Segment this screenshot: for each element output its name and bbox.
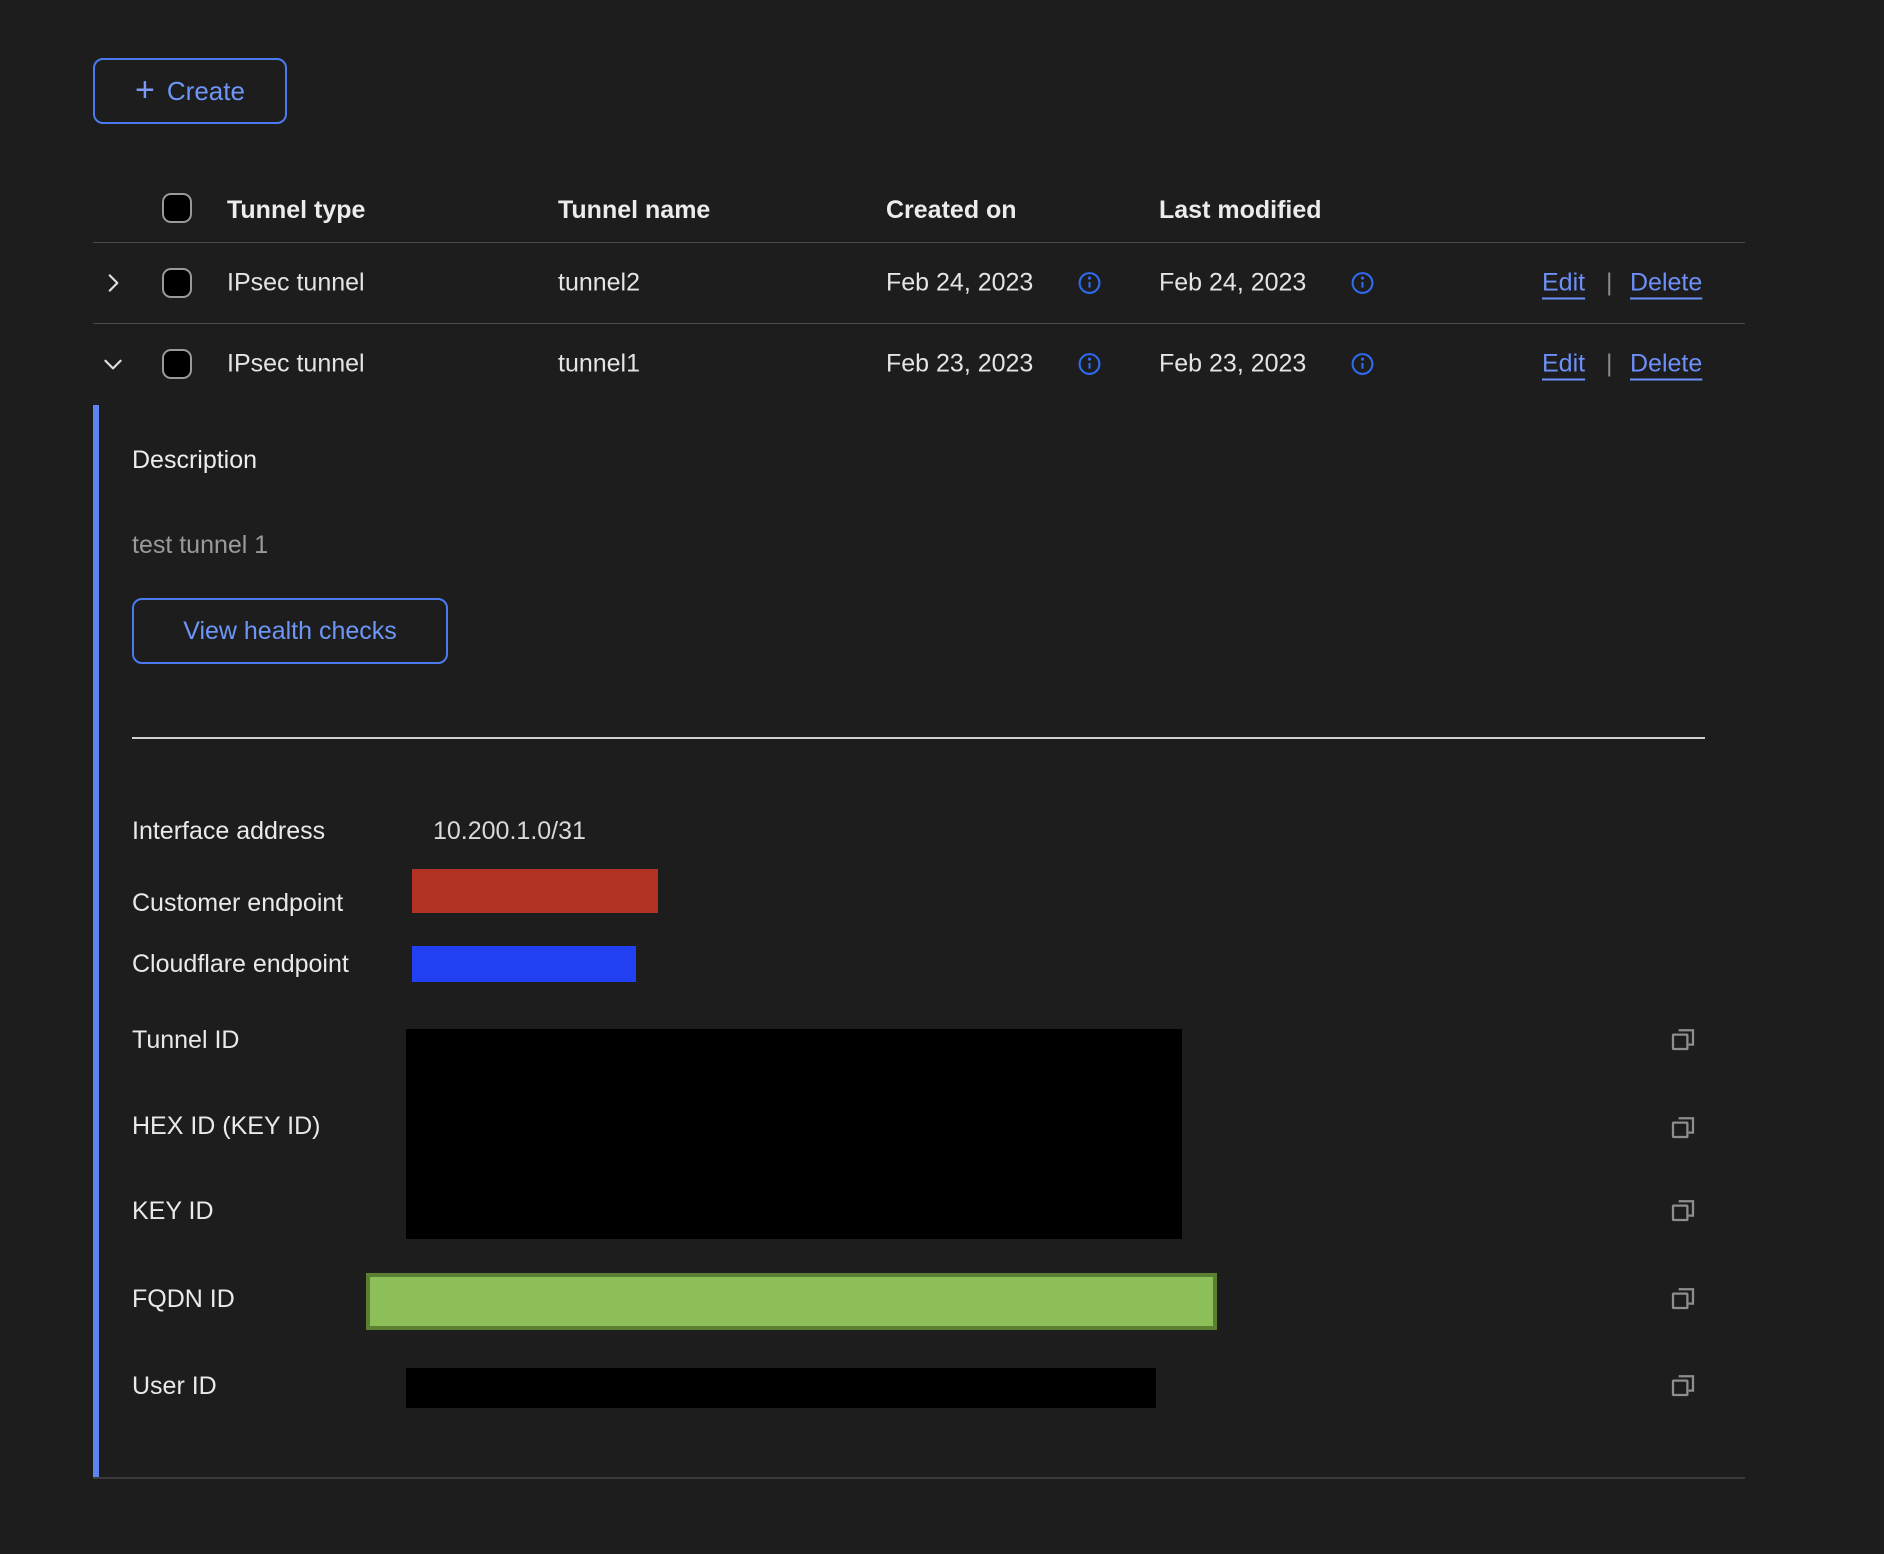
user-id-label: User ID xyxy=(132,1372,217,1401)
select-all-checkbox[interactable] xyxy=(162,193,192,223)
copy-icon[interactable] xyxy=(1668,1370,1698,1400)
delete-link[interactable]: Delete xyxy=(1630,350,1702,379)
expanded-row-accent-bar xyxy=(93,405,99,1477)
table-bottom-divider xyxy=(93,1477,1745,1479)
copy-icon[interactable] xyxy=(1668,1112,1698,1142)
fqdn-id-redacted-value xyxy=(366,1273,1217,1330)
chevron-right-icon[interactable] xyxy=(100,270,126,296)
last-modified-value: Feb 24, 2023 xyxy=(1159,269,1306,298)
tunnel-name-value: tunnel1 xyxy=(558,350,640,379)
description-label: Description xyxy=(132,446,257,475)
edit-link[interactable]: Edit xyxy=(1542,269,1585,298)
fqdn-id-label: FQDN ID xyxy=(132,1285,235,1314)
view-health-checks-button[interactable]: View health checks xyxy=(132,598,448,664)
info-icon[interactable] xyxy=(1077,352,1102,377)
customer-endpoint-redacted-value xyxy=(412,869,658,913)
edit-link[interactable]: Edit xyxy=(1542,350,1585,379)
info-icon[interactable] xyxy=(1350,352,1375,377)
copy-icon[interactable] xyxy=(1668,1024,1698,1054)
interface-address-label: Interface address xyxy=(132,817,325,846)
interface-address-value: 10.200.1.0/31 xyxy=(433,817,586,846)
description-text: test tunnel 1 xyxy=(132,531,268,560)
cloudflare-endpoint-redacted-value xyxy=(412,946,636,982)
tunnel-type-value: IPsec tunnel xyxy=(227,269,365,298)
header-tunnel-name: Tunnel name xyxy=(558,196,710,225)
key-id-label: KEY ID xyxy=(132,1197,214,1226)
tunnel-name-value: tunnel2 xyxy=(558,269,640,298)
user-id-redacted-value xyxy=(406,1368,1156,1408)
created-on-value: Feb 24, 2023 xyxy=(886,269,1033,298)
action-separator: | xyxy=(1606,350,1613,379)
last-modified-value: Feb 23, 2023 xyxy=(1159,350,1306,379)
hex-id-label: HEX ID (KEY ID) xyxy=(132,1112,320,1141)
tunnel-id-label: Tunnel ID xyxy=(132,1026,239,1055)
row-checkbox[interactable] xyxy=(162,268,192,298)
table-row-tunnel1: IPsec tunnel tunnel1 Feb 23, 2023 Feb 23… xyxy=(93,324,1745,404)
table-row-tunnel2: IPsec tunnel tunnel2 Feb 24, 2023 Feb 24… xyxy=(93,243,1745,323)
tunnel-type-value: IPsec tunnel xyxy=(227,350,365,379)
tunnels-page: + Create Tunnel type Tunnel name Created… xyxy=(0,0,1884,1554)
header-created-on: Created on xyxy=(886,196,1017,225)
tunnel-id-redacted-value xyxy=(406,1029,1182,1239)
plus-icon: + xyxy=(135,73,155,107)
info-icon[interactable] xyxy=(1350,271,1375,296)
header-tunnel-type: Tunnel type xyxy=(227,196,365,225)
cloudflare-endpoint-label: Cloudflare endpoint xyxy=(132,950,349,979)
info-icon[interactable] xyxy=(1077,271,1102,296)
created-on-value: Feb 23, 2023 xyxy=(886,350,1033,379)
create-button[interactable]: + Create xyxy=(93,58,287,124)
chevron-down-icon[interactable] xyxy=(100,351,126,377)
header-last-modified: Last modified xyxy=(1159,196,1322,225)
action-separator: | xyxy=(1606,269,1613,298)
row-checkbox[interactable] xyxy=(162,349,192,379)
panel-divider xyxy=(132,737,1705,739)
create-button-label: Create xyxy=(167,76,245,107)
copy-icon[interactable] xyxy=(1668,1283,1698,1313)
delete-link[interactable]: Delete xyxy=(1630,269,1702,298)
customer-endpoint-label: Customer endpoint xyxy=(132,889,343,918)
copy-icon[interactable] xyxy=(1668,1195,1698,1225)
